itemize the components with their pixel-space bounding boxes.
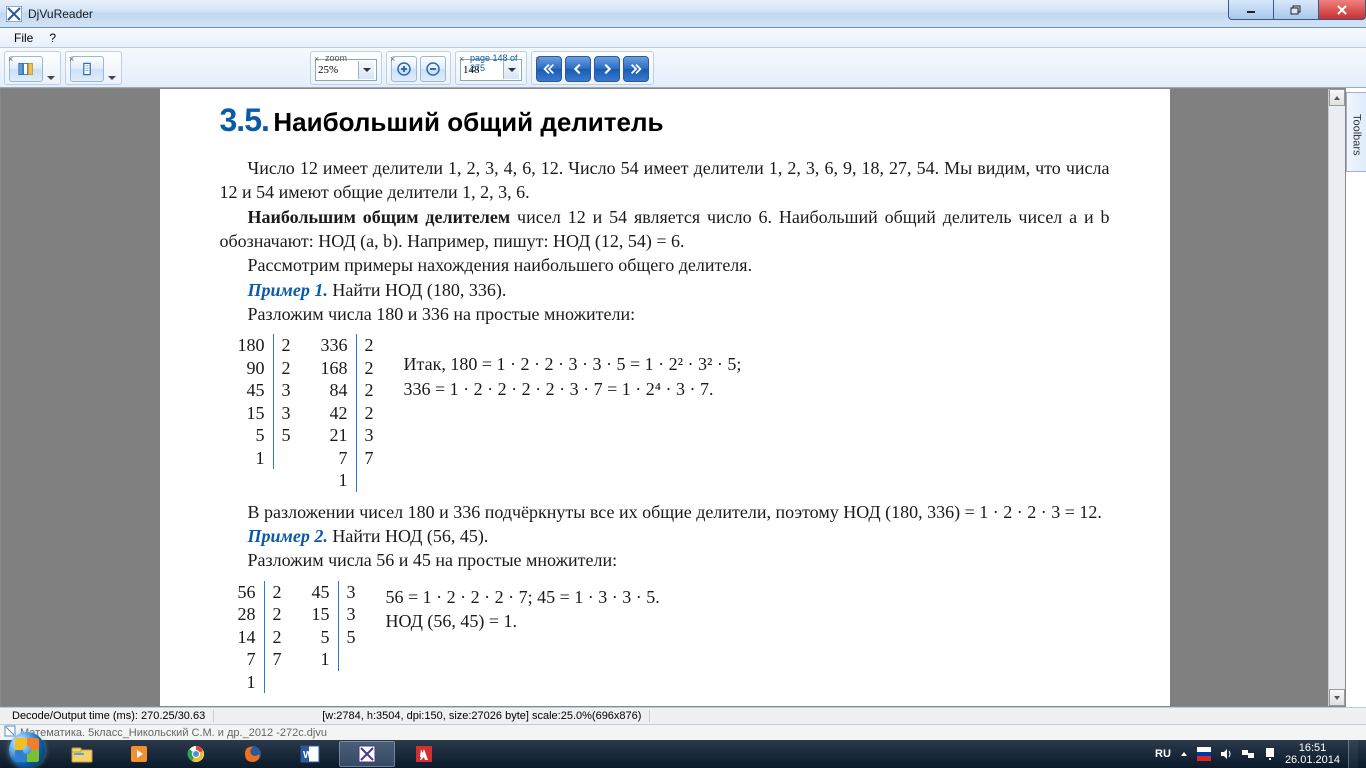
action-center-icon[interactable] bbox=[1263, 747, 1277, 761]
taskbar-media-player[interactable] bbox=[111, 741, 167, 767]
close-icon[interactable]: × bbox=[8, 54, 13, 64]
paragraph: Число 12 имеет делители 1, 2, 3, 4, 6, 1… bbox=[220, 156, 1110, 205]
flag-icon[interactable] bbox=[1197, 747, 1211, 761]
view-dropdown[interactable] bbox=[107, 74, 117, 82]
factorization-block: 56281471 2227 451551 335 bbox=[238, 581, 1110, 694]
example-heading: Пример 2. Найти НОД (56, 45). bbox=[220, 524, 1110, 548]
zoom-value: 25% bbox=[318, 64, 358, 76]
tool-group-layout: × bbox=[4, 51, 61, 85]
taskbar-word[interactable]: W bbox=[282, 741, 338, 767]
paragraph: Разложим числа 180 и 336 на простые множ… bbox=[220, 302, 1110, 326]
tray-expand-icon[interactable] bbox=[1179, 749, 1189, 759]
factor-left-180: 18090451551 bbox=[238, 334, 274, 469]
document-tab-bar: Математика. 5класс_Никольский С.М. и др.… bbox=[0, 724, 1366, 740]
zoom-label: zoom bbox=[325, 53, 347, 63]
window-title: DjVuReader bbox=[28, 7, 93, 21]
window-minimize-button[interactable] bbox=[1228, 0, 1274, 20]
scroll-down-button[interactable] bbox=[1329, 689, 1345, 706]
vertical-scrollbar[interactable] bbox=[1328, 89, 1345, 706]
clock[interactable]: 16:51 26.01.2014 bbox=[1285, 742, 1340, 766]
zoom-out-button[interactable] bbox=[420, 56, 446, 82]
toolbar: × × × zoom 25% × × page 148 of 275 bbox=[0, 48, 1366, 88]
layout-dropdown[interactable] bbox=[46, 74, 56, 82]
tool-group-nav: × bbox=[531, 51, 654, 85]
app-icon bbox=[6, 6, 22, 22]
single-page-button[interactable] bbox=[70, 56, 104, 82]
paragraph: Рассмотрим примеры нахождения наибольшег… bbox=[220, 253, 1110, 277]
close-icon[interactable]: × bbox=[69, 54, 74, 64]
factor-left-56: 56281471 bbox=[238, 581, 265, 694]
factor-right-180: 22335 bbox=[274, 334, 291, 469]
factor-right-56: 2227 bbox=[265, 581, 282, 694]
window-titlebar: DjVuReader bbox=[0, 0, 1366, 28]
taskbar-adobe[interactable] bbox=[396, 741, 452, 767]
taskbar-firefox[interactable] bbox=[225, 741, 281, 767]
status-bar: Decode/Output time (ms): 270.25/30.63 [w… bbox=[0, 707, 1366, 724]
taskbar-chrome[interactable] bbox=[168, 741, 224, 767]
toolbars-tab[interactable]: Toolbars bbox=[1346, 92, 1366, 172]
paragraph: В разложении чисел 180 и 336 подчёркнуты… bbox=[220, 500, 1110, 524]
paragraph: Разложим числа 56 и 45 на простые множит… bbox=[220, 548, 1110, 572]
network-icon[interactable] bbox=[1241, 747, 1255, 761]
document-viewport: 3.5. Наибольший общий делитель Число 12 … bbox=[0, 88, 1346, 707]
factor-left-45: 451551 bbox=[312, 581, 339, 671]
language-indicator[interactable]: RU bbox=[1155, 748, 1171, 760]
tool-group-zoom: × zoom 25% bbox=[310, 51, 382, 85]
factorization-block: 18090451551 22335 33616884422171 222237 bbox=[238, 334, 1110, 492]
taskbar-djvu[interactable] bbox=[339, 741, 395, 767]
factor-right-336: 222237 bbox=[357, 334, 374, 492]
close-icon[interactable]: × bbox=[390, 54, 395, 64]
section-number: 3.5. bbox=[220, 102, 269, 138]
factor-right-45: 335 bbox=[339, 581, 356, 671]
menu-bar: File ? bbox=[0, 28, 1366, 48]
close-icon[interactable]: × bbox=[459, 54, 464, 64]
document-page: 3.5. Наибольший общий делитель Число 12 … bbox=[160, 89, 1170, 706]
next-page-button[interactable] bbox=[594, 56, 620, 82]
example-heading: Пример 1. Найти НОД (180, 336). bbox=[220, 278, 1110, 302]
chevron-down-icon[interactable] bbox=[358, 61, 374, 79]
section-title: Наибольший общий делитель bbox=[273, 107, 663, 137]
svg-text:W: W bbox=[303, 750, 313, 761]
system-tray: RU 16:51 26.01.2014 bbox=[1155, 740, 1366, 768]
page-label: page 148 of 275 bbox=[470, 53, 526, 73]
tool-group-view: × bbox=[65, 51, 122, 85]
factor-left-336: 33616884422171 bbox=[321, 334, 357, 492]
prev-page-button[interactable] bbox=[565, 56, 591, 82]
taskbar: W RU 16:51 26.01.2014 bbox=[0, 740, 1366, 768]
show-desktop-button[interactable] bbox=[1348, 740, 1358, 768]
volume-icon[interactable] bbox=[1219, 747, 1233, 761]
factor-result: 56 = 1 · 2 · 2 · 2 · 7; 45 = 1 · 3 · 3 ·… bbox=[386, 581, 660, 634]
tool-group-zoom-buttons: × bbox=[386, 51, 451, 85]
scroll-up-button[interactable] bbox=[1329, 89, 1345, 106]
taskbar-explorer[interactable] bbox=[54, 741, 110, 767]
close-icon[interactable]: × bbox=[535, 54, 540, 64]
windows-orb-icon bbox=[9, 732, 45, 768]
factor-result: Итак, 180 = 1 · 2 · 2 · 3 · 3 · 5 = 1 · … bbox=[404, 334, 742, 401]
paragraph: Наибольшим общим делителем чисел 12 и 54… bbox=[220, 205, 1110, 254]
tool-group-page: × page 148 of 275 148 bbox=[455, 51, 527, 85]
menu-file[interactable]: File bbox=[6, 29, 41, 47]
document-name[interactable]: Математика. 5класс_Никольский С.М. и др.… bbox=[20, 727, 327, 739]
window-restore-button[interactable] bbox=[1273, 0, 1319, 20]
start-button[interactable] bbox=[0, 740, 54, 768]
menu-help[interactable]: ? bbox=[41, 29, 64, 47]
window-close-button[interactable] bbox=[1318, 0, 1366, 20]
last-page-button[interactable] bbox=[623, 56, 649, 82]
layout-button[interactable] bbox=[9, 56, 43, 82]
status-info: [w:2784, h:3504, dpi:150, size:27026 byt… bbox=[314, 710, 650, 722]
status-decode: Decode/Output time (ms): 270.25/30.63 bbox=[4, 710, 214, 722]
close-icon[interactable]: × bbox=[314, 54, 319, 64]
